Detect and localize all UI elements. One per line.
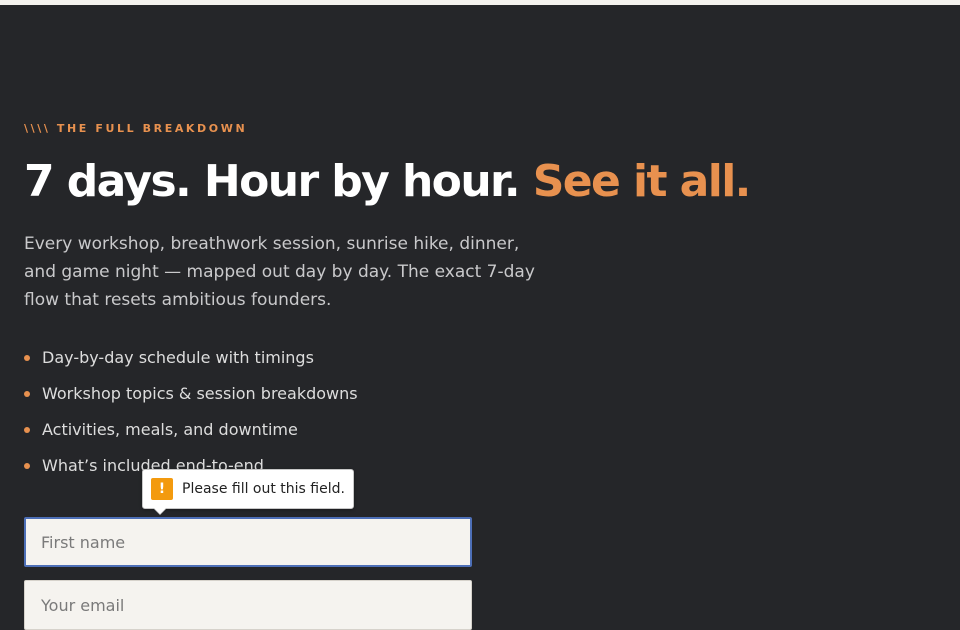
page-title: 7 days. Hour by hour. See it all.	[24, 152, 752, 212]
feature-item: Workshop topics & session breakdowns	[24, 380, 358, 416]
lede-paragraph: Every workshop, breathwork session, sunr…	[24, 234, 535, 310]
title-main: 7 days. Hour by hour.	[24, 156, 533, 207]
feature-item: Activities, meals, and downtime	[24, 416, 358, 452]
email-input[interactable]	[24, 580, 472, 630]
bullet-dot-icon	[24, 427, 30, 433]
feature-label: Day-by-day schedule with timings	[42, 348, 314, 367]
validation-message: Please fill out this field.	[182, 481, 345, 497]
feature-list: Day-by-day schedule with timings Worksho…	[24, 344, 358, 488]
bullet-dot-icon	[24, 463, 30, 469]
warning-icon: !	[151, 478, 173, 500]
first-name-input[interactable]	[24, 517, 472, 567]
title-accent: See it all.	[532, 156, 752, 207]
feature-label: Activities, meals, and downtime	[42, 420, 298, 439]
feature-label: Workshop topics & session breakdowns	[42, 384, 358, 403]
top-strip	[0, 0, 960, 5]
validation-tooltip: ! Please fill out this field.	[142, 469, 354, 515]
feature-item: Day-by-day schedule with timings	[24, 344, 358, 380]
bullet-dot-icon	[24, 355, 30, 361]
bullet-dot-icon	[24, 391, 30, 397]
section-eyebrow: \\\\ THE FULL BREAKDOWN	[24, 122, 248, 135]
